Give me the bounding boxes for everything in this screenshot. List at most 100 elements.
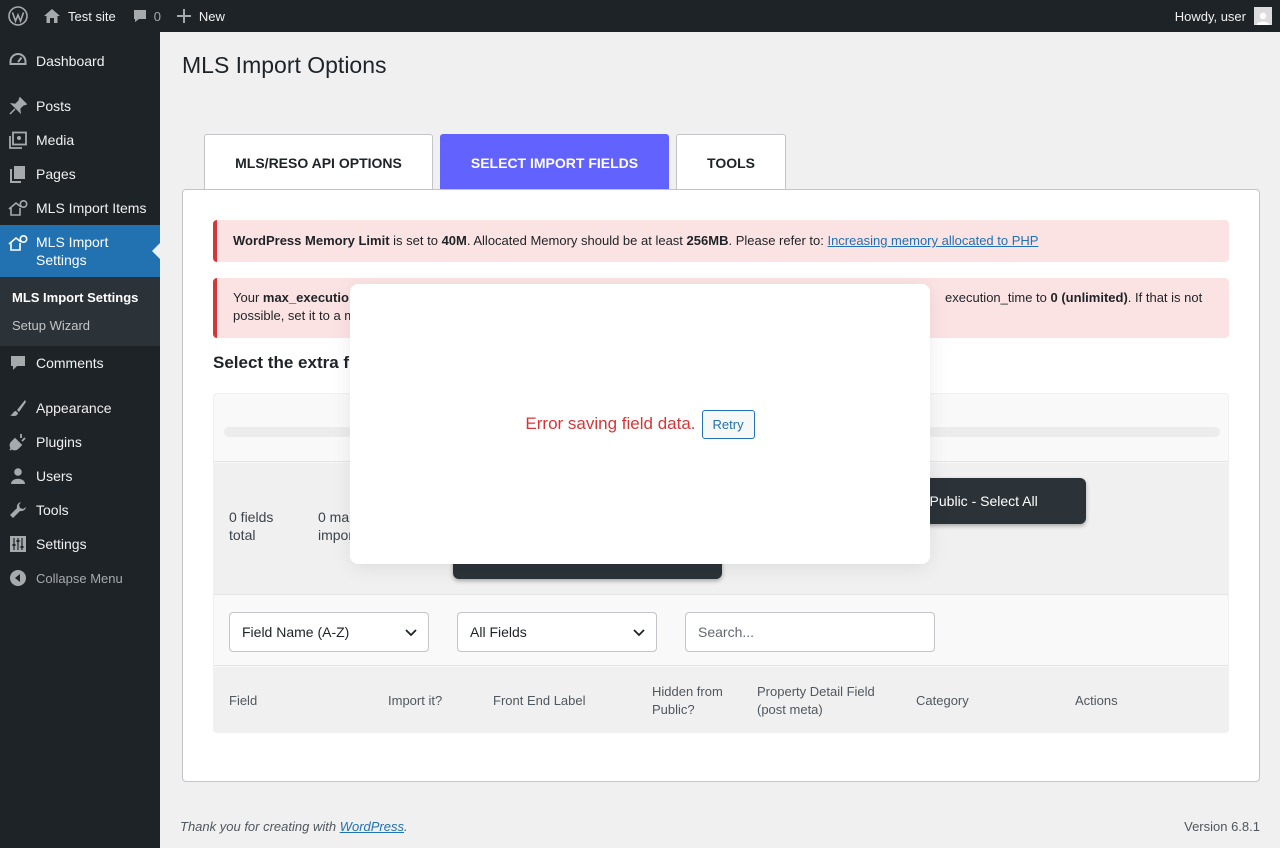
hidden-from-public-select-all-button[interactable]: m Public - Select All [904, 478, 1086, 524]
wordpress-link[interactable]: WordPress [340, 819, 404, 834]
sidebar-item-label: Tools [36, 502, 69, 518]
sidebar-item-tools[interactable]: Tools [0, 493, 160, 527]
memory-notice-text2: . Allocated Memory should be at least [466, 233, 687, 248]
my-account-link[interactable]: Howdy, user [1167, 0, 1280, 32]
fields-marked-stat: 0 mar impor [318, 508, 354, 544]
footer-version: Version 6.8.1 [1184, 819, 1260, 834]
page-title: MLS Import Options [182, 52, 387, 78]
sidebar-item-label: Comments [36, 355, 104, 371]
chevron-down-icon [633, 629, 645, 637]
sort-select-value: Field Name (A-Z) [242, 624, 350, 640]
submenu-item-setup-wizard[interactable]: Setup Wizard [0, 311, 160, 339]
exec-notice-bold1: max_executio [262, 290, 349, 305]
sidebar-current-line1: MLS Import [36, 234, 109, 250]
filters-bar: Field Name (A-Z) All Fields [214, 596, 1228, 666]
column-header-field: Field [229, 692, 258, 708]
column-header-front-end-label: Front End Label [493, 692, 586, 708]
table-header: Field Import it? Front End Label Hidden … [214, 667, 1228, 732]
user-icon [8, 466, 28, 486]
wordpress-logo-icon[interactable] [0, 0, 35, 32]
error-modal: Error saving field data. Retry [350, 284, 930, 564]
site-name-label: Test site [68, 8, 116, 24]
sidebar-item-label: MLS Import Items [36, 200, 147, 216]
tab-mls-reso-api-options[interactable]: MLS/RESO API OPTIONS [204, 134, 433, 190]
sidebar-item-label: Settings [36, 536, 87, 552]
new-content-link[interactable]: New [169, 0, 233, 32]
site-name-link[interactable]: Test site [35, 0, 124, 32]
collapse-menu-button[interactable]: Collapse Menu [0, 561, 160, 595]
footer-thanks: Thank you for creating with WordPress. [180, 819, 408, 834]
sidebar-item-dashboard[interactable]: Dashboard [0, 44, 160, 78]
brush-icon [8, 398, 28, 418]
house-icon [8, 198, 28, 218]
sidebar-item-mls-import-settings[interactable]: MLS Import Settings [0, 225, 160, 277]
howdy-label: Howdy, user [1174, 8, 1246, 24]
fields-marked-line1: 0 mar [318, 509, 354, 525]
fields-total-line2: total [229, 527, 256, 543]
tab-select-import-fields[interactable]: SELECT IMPORT FIELDS [440, 134, 669, 190]
sliders-icon [8, 534, 28, 554]
increase-memory-link[interactable]: Increasing memory allocated to PHP [827, 233, 1038, 248]
comments-link[interactable]: 0 [124, 0, 169, 32]
retry-button[interactable]: Retry [701, 409, 755, 439]
sidebar-item-posts[interactable]: Posts [0, 89, 160, 123]
filter-select[interactable]: All Fields [457, 612, 657, 652]
column-header-category: Category [916, 692, 969, 708]
exec-notice-bold2: 0 (unlimited) [1050, 290, 1128, 305]
admin-sidebar: Dashboard Posts Media Pages MLS Import I… [0, 32, 160, 848]
plug-icon [8, 432, 28, 452]
chevron-down-icon [405, 629, 417, 637]
section-heading: Select the extra fi [213, 353, 354, 372]
memory-notice-bold3: 256MB [686, 233, 729, 248]
fields-marked-line2: impor [318, 527, 354, 543]
pages-icon [8, 164, 28, 184]
wrench-icon [8, 500, 28, 520]
exec-notice-text-end: . If that is not [1127, 290, 1203, 305]
sidebar-item-label: Pages [36, 166, 76, 182]
sidebar-submenu: MLS Import Settings Setup Wizard [0, 277, 160, 346]
sidebar-item-media[interactable]: Media [0, 123, 160, 157]
sidebar-item-users[interactable]: Users [0, 459, 160, 493]
collapse-menu-label: Collapse Menu [36, 570, 123, 586]
comment-icon [8, 353, 28, 373]
sidebar-item-label: Plugins [36, 434, 82, 450]
dashboard-icon [8, 51, 28, 71]
sidebar-item-settings[interactable]: Settings [0, 527, 160, 561]
footer-thanks-prefix: Thank you for creating with [180, 819, 340, 834]
exec-notice-right: execution_time to 0 (unlimited). If that… [945, 289, 1202, 307]
error-message: Error saving field data. [525, 414, 696, 433]
exec-notice-text-right: execution_time to [945, 290, 1051, 305]
sidebar-item-label: Media [36, 132, 75, 148]
fields-total-stat: 0 fields total [229, 508, 273, 544]
sidebar-item-label: Dashboard [36, 53, 105, 69]
memory-notice-text: WordPress Memory Limit is set to 40M. Al… [233, 232, 1038, 250]
exec-notice-lead: Your [233, 290, 263, 305]
sidebar-item-appearance[interactable]: Appearance [0, 391, 160, 425]
tab-tools[interactable]: TOOLS [676, 134, 786, 190]
pin-icon [8, 96, 28, 116]
plus-icon [176, 9, 191, 23]
collapse-arrow-icon [8, 568, 28, 588]
fields-total-line1: 0 fields [229, 509, 274, 525]
memory-notice-bold1: WordPress Memory Limit [233, 233, 390, 248]
sidebar-item-label: Users [36, 468, 73, 484]
column-header-hidden: Hidden from Public? [652, 683, 723, 717]
memory-notice-text1: is set to [389, 233, 442, 248]
sort-select[interactable]: Field Name (A-Z) [229, 612, 429, 652]
memory-limit-notice: WordPress Memory Limit is set to 40M. Al… [213, 220, 1229, 262]
search-input[interactable] [685, 612, 935, 652]
admin-bar: Test site 0 New Howdy, user [0, 0, 1280, 32]
sidebar-item-pages[interactable]: Pages [0, 157, 160, 191]
column-header-import: Import it? [388, 692, 443, 708]
submenu-item-mls-import-settings[interactable]: MLS Import Settings [0, 283, 160, 311]
sidebar-item-plugins[interactable]: Plugins [0, 425, 160, 459]
avatar [1254, 7, 1272, 25]
sidebar-item-label: MLS Import Settings [36, 233, 108, 269]
sidebar-item-mls-import-items[interactable]: MLS Import Items [0, 191, 160, 225]
sidebar-item-label: Appearance [36, 400, 112, 416]
new-label: New [198, 8, 225, 24]
column-header-property-detail: Property Detail Field (post meta) [757, 683, 875, 717]
sidebar-item-label: Posts [36, 98, 72, 114]
house-icon [8, 233, 28, 253]
sidebar-item-comments[interactable]: Comments [0, 346, 160, 380]
